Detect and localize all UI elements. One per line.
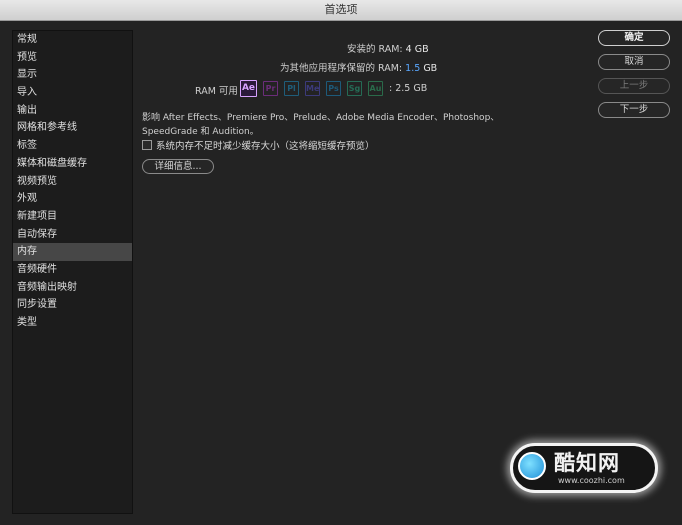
watermark-url: www.coozhi.com xyxy=(558,476,625,485)
window-title: 首选项 xyxy=(324,3,358,16)
reserved-ram-unit: GB xyxy=(423,63,438,74)
watermark-logo-icon xyxy=(518,452,546,480)
watermark: 酷知网 www.coozhi.com xyxy=(510,443,658,493)
available-ram-label: RAM 可用 xyxy=(195,86,238,97)
sidebar-item-memory[interactable]: 内存 xyxy=(13,243,132,261)
media-encoder-icon: Me xyxy=(305,81,320,96)
sidebar-item-sync-settings[interactable]: 同步设置 xyxy=(13,296,132,314)
cancel-button[interactable]: 取消 xyxy=(598,54,670,70)
sidebar-item-appearance[interactable]: 外观 xyxy=(13,190,132,208)
sidebar-item-output[interactable]: 输出 xyxy=(13,102,132,120)
sidebar-item-import[interactable]: 导入 xyxy=(13,84,132,102)
installed-ram-label: 安装的 RAM: xyxy=(347,44,403,55)
details-button[interactable]: 详细信息... xyxy=(142,159,214,174)
sidebar-item-labels[interactable]: 标签 xyxy=(13,137,132,155)
previous-button[interactable]: 上一步 xyxy=(598,78,670,94)
sidebar-item-audio-output-mapping[interactable]: 音频输出映射 xyxy=(13,279,132,297)
sidebar-item-preview[interactable]: 预览 xyxy=(13,49,132,67)
sidebar-item-general[interactable]: 常规 xyxy=(13,31,132,49)
window-title-bar: 首选项 xyxy=(0,0,682,21)
after-effects-icon: Ae xyxy=(240,80,257,97)
sidebar-item-video-preview[interactable]: 视频预览 xyxy=(13,173,132,191)
sidebar-item-display[interactable]: 显示 xyxy=(13,66,132,84)
sidebar-item-type[interactable]: 类型 xyxy=(13,314,132,332)
memory-panel: 安装的 RAM: 4 GB 为其他应用程序保留的 RAM: 1.5 GB RAM… xyxy=(140,30,590,510)
prelude-icon: Pl xyxy=(284,81,299,96)
sidebar-item-audio-hardware[interactable]: 音频硬件 xyxy=(13,261,132,279)
audition-icon: Au xyxy=(368,81,383,96)
preferences-sidebar: 常规 预览 显示 导入 输出 网格和参考线 标签 媒体和磁盘缓存 视频预览 外观… xyxy=(12,30,133,514)
premiere-pro-icon: Pr xyxy=(263,81,278,96)
watermark-name: 酷知网 xyxy=(554,451,620,475)
sidebar-item-auto-save[interactable]: 自动保存 xyxy=(13,226,132,244)
reserved-ram-value[interactable]: 1.5 xyxy=(405,63,420,74)
reduce-cache-checkbox[interactable] xyxy=(142,140,152,150)
ok-button[interactable]: 确定 xyxy=(598,30,670,46)
reduce-cache-option[interactable]: 系统内存不足时减少缓存大小（这将缩短缓存预览） xyxy=(142,138,375,152)
affects-description: 影响 After Effects、Premiere Pro、Prelude、Ad… xyxy=(142,113,500,137)
speedgrade-icon: Sg xyxy=(347,81,362,96)
installed-ram-value: 4 GB xyxy=(405,44,429,55)
reduce-cache-label: 系统内存不足时减少缓存大小（这将缩短缓存预览） xyxy=(156,141,375,152)
photoshop-icon: Ps xyxy=(326,81,341,96)
sidebar-item-new-project[interactable]: 新建项目 xyxy=(13,208,132,226)
reserved-ram-row: 为其他应用程序保留的 RAM: 1.5 GB xyxy=(280,60,437,74)
sidebar-item-grids-guides[interactable]: 网格和参考线 xyxy=(13,119,132,137)
next-button[interactable]: 下一步 xyxy=(598,102,670,118)
installed-ram-row: 安装的 RAM: 4 GB xyxy=(347,41,429,55)
available-ram-value: : 2.5 GB xyxy=(389,83,428,94)
reserved-ram-label: 为其他应用程序保留的 RAM: xyxy=(280,63,403,74)
sidebar-item-media-disk-cache[interactable]: 媒体和磁盘缓存 xyxy=(13,155,132,173)
app-icons-row: Ae Pr Pl Me Ps Sg Au : 2.5 GB xyxy=(240,80,427,97)
